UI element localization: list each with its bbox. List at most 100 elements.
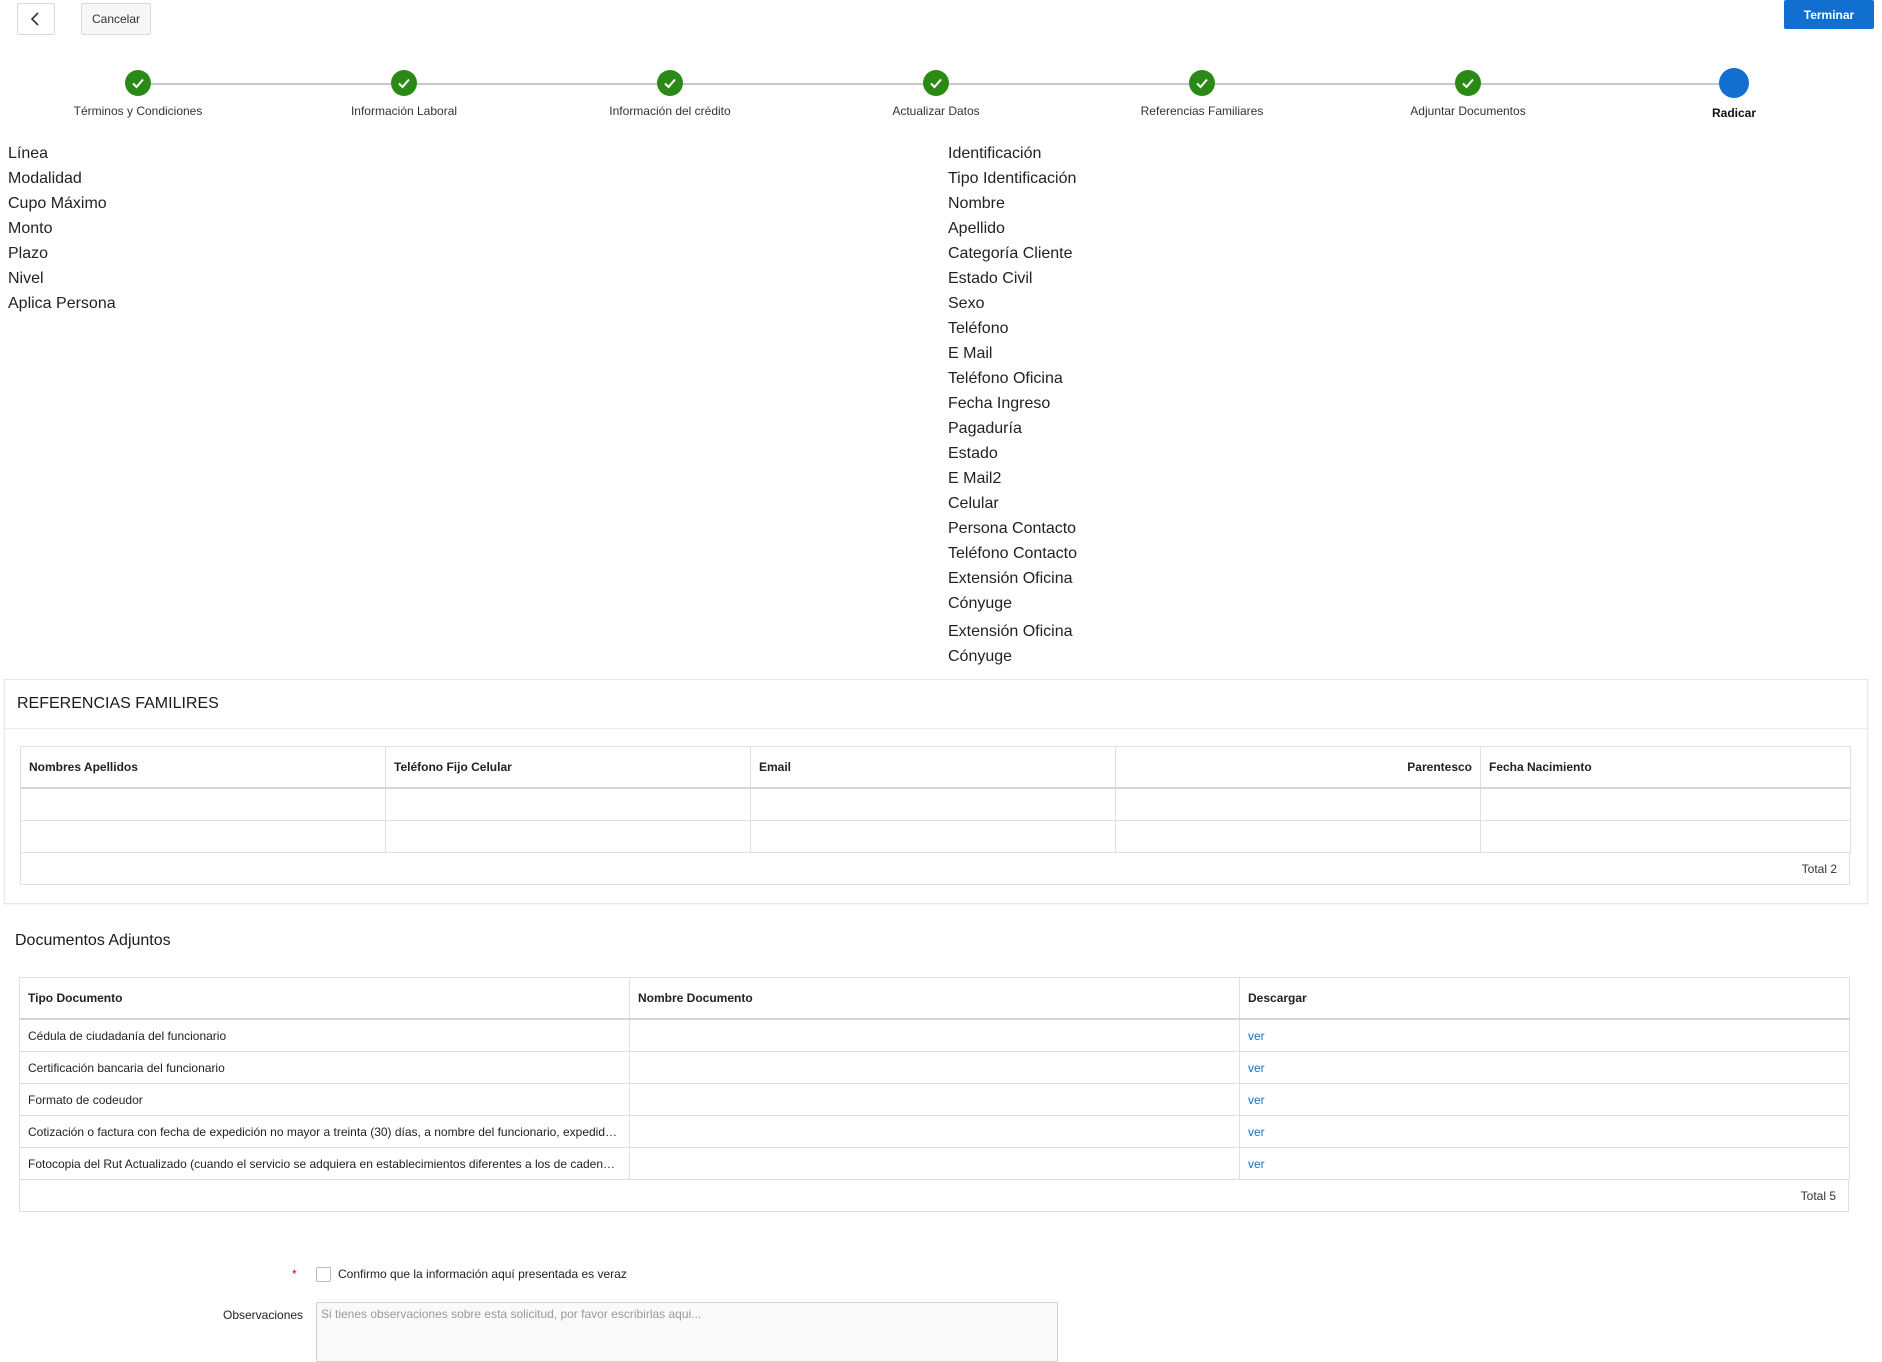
table-row[interactable] [20, 787, 1851, 821]
table-cell [20, 820, 386, 853]
step-7[interactable]: Radicar [1614, 68, 1854, 120]
view-document-link[interactable]: ver [1248, 1061, 1265, 1075]
check-icon [657, 70, 683, 96]
step-label: Radicar [1711, 106, 1757, 120]
client-field-label: Fecha Ingreso [948, 395, 1051, 412]
client-field-label: E Mail2 [948, 470, 1002, 487]
client-field-label: Pagaduría [948, 420, 1022, 437]
view-document-link[interactable]: ver [1248, 1093, 1265, 1107]
required-mark: * [292, 1267, 297, 1281]
step-2[interactable]: Información Laboral [284, 70, 524, 118]
download-cell: ver [1239, 1051, 1850, 1084]
document-name [629, 1051, 1240, 1084]
client-field-label: Cónyuge [948, 648, 1013, 665]
confirm-label: Confirmo que la información aquí present… [338, 1267, 627, 1281]
step-1[interactable]: Términos y Condiciones [18, 70, 258, 118]
table-cell [750, 787, 1116, 821]
observations-input[interactable] [316, 1302, 1058, 1362]
step-label: Referencias Familiares [1140, 104, 1264, 118]
credit-field-label: Monto [8, 220, 53, 237]
document-name [629, 1147, 1240, 1180]
step-current-indicator [1719, 68, 1749, 98]
credit-field-label: Modalidad [8, 170, 82, 187]
table-cell [1115, 820, 1481, 853]
document-name [629, 1115, 1240, 1148]
client-field-label: Apellido [948, 220, 1005, 237]
references-total: Total 2 [20, 853, 1850, 885]
confirm-checkbox[interactable] [316, 1267, 331, 1282]
client-fields-list: Identificación Tipo Identificación Nombre A… [948, 141, 1077, 669]
step-3[interactable]: Información del crédito [550, 70, 790, 118]
client-field-label: Persona Contacto [948, 520, 1077, 537]
documents-table: Tipo Documento Nombre Documento Descargar … [19, 977, 1850, 1180]
client-field-label: Extensión Oficina [948, 623, 1073, 640]
download-cell: ver [1239, 1147, 1850, 1180]
credit-field-label: Plazo [8, 245, 49, 262]
column-header[interactable]: Teléfono Fijo Celular [385, 746, 751, 789]
column-header[interactable]: Descargar [1239, 977, 1850, 1020]
step-5[interactable]: Referencias Familiares [1082, 70, 1322, 118]
check-icon [391, 70, 417, 96]
documents-total: Total 5 [19, 1180, 1849, 1212]
back-button[interactable] [17, 3, 55, 35]
client-field-label: Celular [948, 495, 999, 512]
table-cell [385, 787, 751, 821]
column-header[interactable]: Fecha Nacimiento [1480, 746, 1851, 789]
client-field-label: Identificación [948, 145, 1042, 162]
document-type: Cédula de ciudadanía del funcionario [19, 1018, 630, 1052]
step-label: Términos y Condiciones [73, 104, 203, 118]
references-title: REFERENCIAS FAMILIRES [5, 680, 1867, 729]
table-row[interactable]: Formato de codeudor ver [19, 1083, 1850, 1116]
download-cell: ver [1239, 1083, 1850, 1116]
check-icon [1189, 70, 1215, 96]
view-document-link[interactable]: ver [1248, 1125, 1265, 1139]
step-6[interactable]: Adjuntar Documentos [1348, 70, 1588, 118]
column-header[interactable]: Parentesco [1115, 746, 1481, 789]
credit-field-label: Cupo Máximo [8, 195, 107, 212]
client-field-label: E Mail [948, 345, 993, 362]
column-header[interactable]: Nombres Apellidos [20, 746, 386, 789]
client-field-label: Categoría Cliente [948, 245, 1073, 262]
client-field-label: Teléfono Contacto [948, 545, 1077, 562]
table-row[interactable]: Fotocopia del Rut Actualizado (cuando el… [19, 1147, 1850, 1180]
credit-fields-list: Línea Modalidad Cupo Máximo Monto Plazo Nivel… [8, 141, 116, 316]
document-type: Cotización o factura con fecha de expedi… [19, 1115, 630, 1148]
table-cell [750, 820, 1116, 853]
check-icon [923, 70, 949, 96]
table-cell [1480, 820, 1851, 853]
client-field-label: Estado Civil [948, 270, 1033, 287]
client-field-label: Tipo Identificación [948, 170, 1077, 187]
table-row[interactable]: Certificación bancaria del funcionario ve… [19, 1051, 1850, 1084]
table-cell [1480, 787, 1851, 821]
credit-field-label: Nivel [8, 270, 44, 287]
document-name [629, 1018, 1240, 1052]
finish-button[interactable]: Terminar [1784, 0, 1874, 29]
column-header[interactable]: Email [750, 746, 1116, 789]
column-header[interactable]: Nombre Documento [629, 977, 1240, 1020]
step-label: Información del crédito [609, 104, 731, 118]
view-document-link[interactable]: ver [1248, 1029, 1265, 1043]
client-field-label: Nombre [948, 195, 1005, 212]
document-type: Formato de codeudor [19, 1083, 630, 1116]
table-row[interactable]: Cotización o factura con fecha de expedi… [19, 1115, 1850, 1148]
document-type: Certificación bancaria del funcionario [19, 1051, 630, 1084]
credit-field-label: Línea [8, 145, 49, 162]
view-document-link[interactable]: ver [1248, 1157, 1265, 1171]
download-cell: ver [1239, 1018, 1850, 1052]
cancel-button[interactable]: Cancelar [81, 3, 151, 35]
table-row[interactable] [20, 820, 1851, 853]
chevron-left-icon [30, 12, 39, 26]
references-panel: REFERENCIAS FAMILIRES Nombres Apellidos T… [4, 679, 1868, 904]
credit-field-label: Aplica Persona [8, 295, 116, 312]
wizard-stepper: Términos y Condiciones Información Labora… [0, 68, 1882, 130]
client-field-label: Cónyuge [948, 595, 1013, 612]
step-4[interactable]: Actualizar Datos [816, 70, 1056, 118]
table-row[interactable]: Cédula de ciudadanía del funcionario ver [19, 1018, 1850, 1052]
document-type: Fotocopia del Rut Actualizado (cuando el… [19, 1147, 630, 1180]
client-field-label: Teléfono [948, 320, 1009, 337]
references-table: Nombres Apellidos Teléfono Fijo Celular Em… [20, 746, 1851, 853]
column-header[interactable]: Tipo Documento [19, 977, 630, 1020]
client-field-label: Estado [948, 445, 998, 462]
client-field-label: Sexo [948, 295, 985, 312]
step-label: Adjuntar Documentos [1410, 104, 1526, 118]
